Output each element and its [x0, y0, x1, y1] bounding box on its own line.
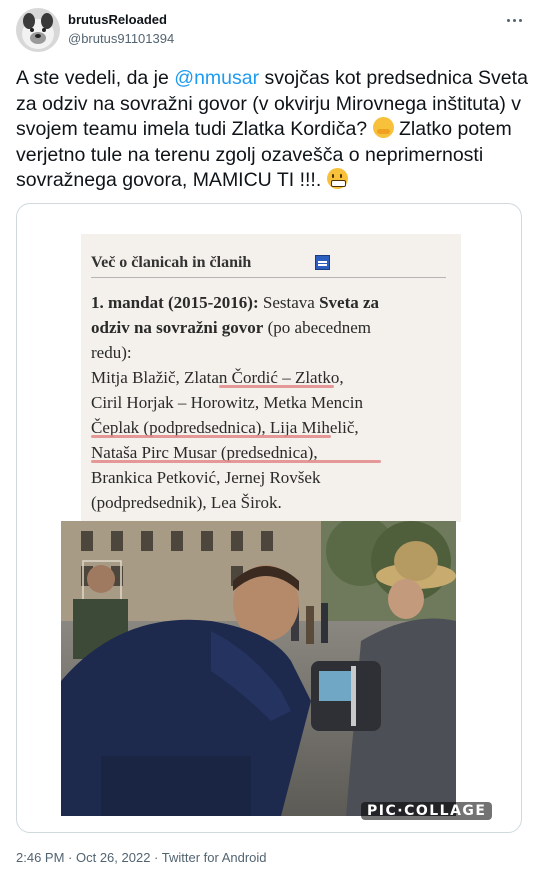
collage-image: Več o članicah in članih 1. mandat (2015… [61, 204, 493, 832]
tweet-media[interactable]: Več o članicah in članih 1. mandat (2015… [16, 203, 522, 833]
document-line: (podpredsednik), Lea Širok. [91, 493, 282, 512]
street-photo [61, 521, 456, 816]
highlight-underline [219, 385, 334, 388]
highlight-underline [91, 460, 381, 463]
tweet-text-part1: A ste vedeli, da je [16, 67, 175, 89]
document-line: Brankica Petković, Jernej Rovšek [91, 468, 321, 487]
document-body: 1. mandat (2015-2016): Sestava Sveta za … [91, 290, 456, 515]
tweet-source[interactable]: Twitter for Android [162, 850, 267, 865]
tweet-date[interactable]: Oct 26, 2022 [76, 850, 150, 865]
watermark: PIC·COLLAGE [361, 802, 493, 820]
highlight-underline [91, 435, 331, 438]
tweet-time[interactable]: 2:46 PM [16, 850, 64, 865]
more-options-icon[interactable] [502, 8, 526, 32]
grimacing-face-icon [326, 168, 348, 189]
tweet-metadata: 2:46 PM · Oct 26, 2022 · Twitter for And… [16, 850, 267, 865]
document-line: Nataša Pirc Musar (predsednica), [91, 440, 456, 465]
author-name[interactable]: brutusReloaded [68, 12, 167, 27]
tweet-text: A ste vedeli, da je @nmusar svojčas kot … [16, 66, 531, 194]
hugging-face-icon [372, 117, 394, 138]
tweet: brutusReloaded @brutus91101394 A ste ved… [0, 0, 539, 879]
document-line: redu): [91, 343, 132, 362]
document-line: Ciril Horjak – Horowitz, Metka Mencin [91, 393, 363, 412]
divider [91, 277, 446, 278]
document-screenshot: Več o članicah in članih 1. mandat (2015… [81, 234, 461, 522]
word-document-icon [315, 255, 330, 270]
document-line: odziv na sovražni govor (po abecednem [91, 318, 371, 337]
author-handle[interactable]: @brutus91101394 [68, 31, 174, 46]
document-heading: Več o članicah in članih [91, 254, 252, 271]
document-line: Čeplak (podpredsednica), Lija Mihelič, [91, 418, 359, 438]
document-line: Mitja Blažič, Zlatan Čordić – Zlatko, [91, 368, 344, 388]
document-line: 1. mandat (2015-2016): Sestava Sveta za [91, 293, 380, 312]
mention-link[interactable]: @nmusar [174, 67, 259, 89]
avatar[interactable] [16, 8, 60, 52]
